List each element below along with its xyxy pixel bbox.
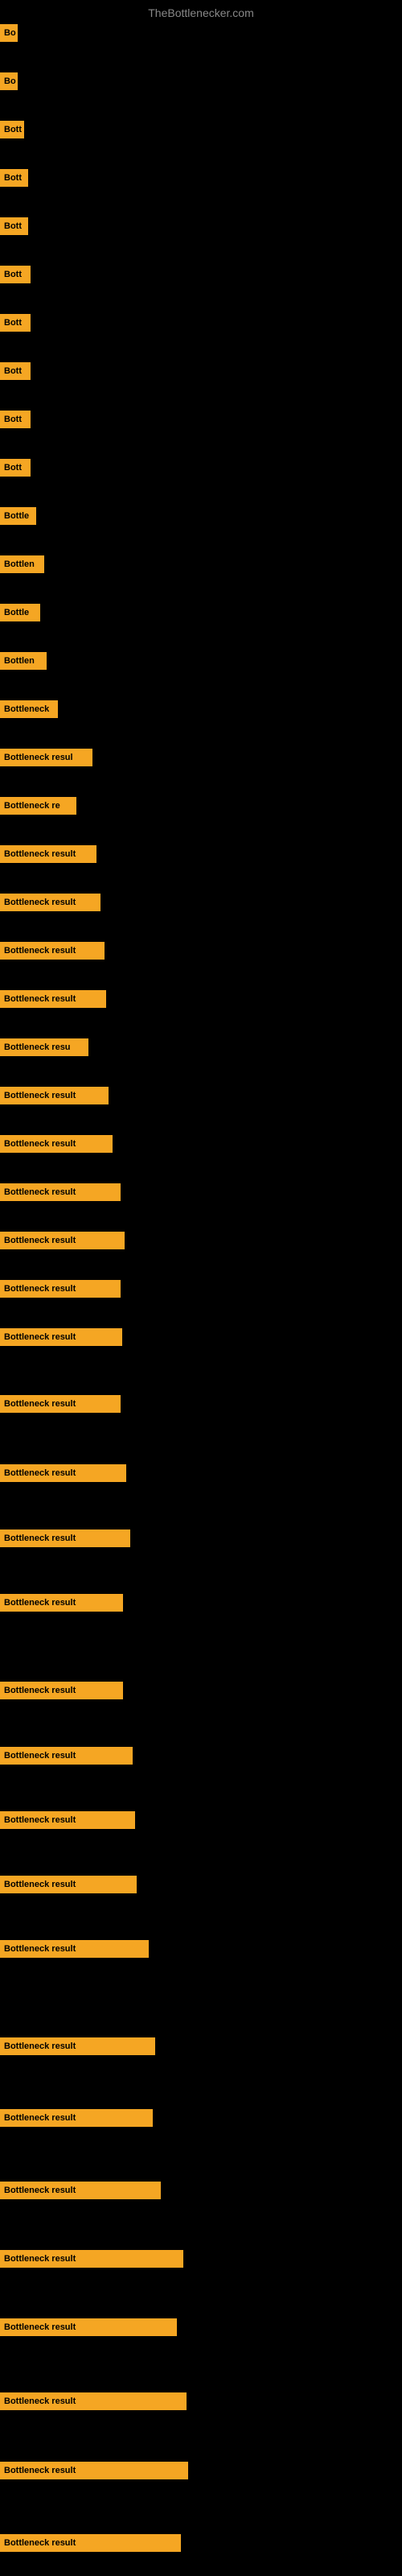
bar-row: Bottleneck result bbox=[0, 990, 106, 1012]
bar-label: Bott bbox=[0, 314, 31, 332]
bar-label: Bott bbox=[0, 266, 31, 283]
bar-label: Bottleneck result bbox=[0, 942, 105, 960]
bar-row: Bott bbox=[0, 121, 24, 142]
bar-label: Bottleneck result bbox=[0, 1530, 130, 1547]
bar-row: Bottleneck result bbox=[0, 1328, 122, 1350]
bar-label: Bottleneck result bbox=[0, 1183, 121, 1201]
bar-row: Bottlen bbox=[0, 652, 47, 674]
bar-row: Bottleneck result bbox=[0, 1682, 123, 1703]
bar-row: Bottleneck result bbox=[0, 1594, 123, 1616]
bar-label: Bottlen bbox=[0, 652, 47, 670]
bar-row: Bottlen bbox=[0, 555, 44, 577]
bar-label: Bott bbox=[0, 459, 31, 477]
bar-label: Bottleneck result bbox=[0, 1940, 149, 1958]
bar-label: Bottleneck bbox=[0, 700, 58, 718]
bar-row: Bottleneck re bbox=[0, 797, 76, 819]
bar-label: Bottleneck result bbox=[0, 2182, 161, 2199]
bar-row: Bottleneck result bbox=[0, 894, 100, 915]
bar-row: Bottleneck result bbox=[0, 1280, 121, 1302]
bar-row: Bottleneck result bbox=[0, 1530, 130, 1551]
bar-label: Bottleneck result bbox=[0, 2109, 153, 2127]
bar-row: Bott bbox=[0, 169, 28, 191]
bar-row: Bottleneck result bbox=[0, 1940, 149, 1962]
bar-row: Bottleneck result bbox=[0, 2392, 187, 2414]
bar-label: Bo bbox=[0, 72, 18, 90]
bar-row: Bottleneck result bbox=[0, 1395, 121, 1417]
bar-row: Bottleneck result bbox=[0, 1876, 137, 1897]
bar-row: Bott bbox=[0, 266, 31, 287]
bar-label: Bottlen bbox=[0, 555, 44, 573]
bar-row: Bottleneck result bbox=[0, 1135, 113, 1157]
bar-row: Bottleneck result bbox=[0, 942, 105, 964]
bar-row: Bottleneck result bbox=[0, 2037, 155, 2059]
bar-label: Bottleneck result bbox=[0, 2037, 155, 2055]
bar-label: Bottleneck result bbox=[0, 2250, 183, 2268]
bar-label: Bottleneck result bbox=[0, 1464, 126, 1482]
bar-row: Bottleneck result bbox=[0, 1232, 125, 1253]
bar-label: Bottleneck result bbox=[0, 894, 100, 911]
bar-row: Bottleneck result bbox=[0, 1183, 121, 1205]
bar-label: Bottleneck result bbox=[0, 1087, 109, 1104]
bar-row: Bott bbox=[0, 217, 28, 239]
bar-label: Bottleneck result bbox=[0, 1280, 121, 1298]
bar-label: Bottleneck result bbox=[0, 1747, 133, 1765]
bar-label: Bottleneck result bbox=[0, 1395, 121, 1413]
bar-label: Bottle bbox=[0, 604, 40, 621]
bar-label: Bottleneck result bbox=[0, 2534, 181, 2552]
bar-row: Bo bbox=[0, 24, 18, 46]
bar-row: Bottleneck result bbox=[0, 2318, 177, 2340]
bar-row: Bottleneck result bbox=[0, 2250, 183, 2272]
bar-label: Bo bbox=[0, 24, 18, 42]
bar-row: Bottleneck resu bbox=[0, 1038, 88, 1060]
bar-label: Bott bbox=[0, 362, 31, 380]
bar-label: Bottleneck resu bbox=[0, 1038, 88, 1056]
bar-label: Bottleneck result bbox=[0, 1876, 137, 1893]
bar-row: Bott bbox=[0, 314, 31, 336]
bar-label: Bottleneck result bbox=[0, 845, 96, 863]
bar-label: Bottleneck re bbox=[0, 797, 76, 815]
bar-row: Bott bbox=[0, 459, 31, 481]
bar-row: Bottleneck result bbox=[0, 1087, 109, 1108]
bar-row: Bottleneck result bbox=[0, 1747, 133, 1769]
bar-label: Bottleneck result bbox=[0, 990, 106, 1008]
bar-row: Bottleneck result bbox=[0, 2534, 181, 2556]
bar-label: Bottleneck result bbox=[0, 1682, 123, 1699]
bar-row: Bottleneck result bbox=[0, 2109, 153, 2131]
bar-label: Bottleneck result bbox=[0, 1594, 123, 1612]
bar-label: Bott bbox=[0, 411, 31, 428]
bar-label: Bott bbox=[0, 169, 28, 187]
bar-row: Bott bbox=[0, 362, 31, 384]
bar-row: Bottleneck resul bbox=[0, 749, 92, 770]
bar-label: Bottleneck result bbox=[0, 2392, 187, 2410]
bar-label: Bottleneck result bbox=[0, 1232, 125, 1249]
bar-label: Bottle bbox=[0, 507, 36, 525]
bar-label: Bottleneck result bbox=[0, 2462, 188, 2479]
bar-row: Bott bbox=[0, 411, 31, 432]
bar-row: Bottle bbox=[0, 604, 40, 625]
bar-row: Bottleneck result bbox=[0, 1811, 135, 1833]
bar-row: Bottle bbox=[0, 507, 36, 529]
bar-label: Bottleneck resul bbox=[0, 749, 92, 766]
bar-row: Bottleneck result bbox=[0, 845, 96, 867]
bar-row: Bo bbox=[0, 72, 18, 94]
bar-row: Bottleneck result bbox=[0, 2462, 188, 2483]
bar-row: Bottleneck result bbox=[0, 2182, 161, 2203]
bar-label: Bottleneck result bbox=[0, 1135, 113, 1153]
bar-label: Bottleneck result bbox=[0, 1811, 135, 1829]
bar-row: Bottleneck result bbox=[0, 1464, 126, 1486]
bar-row: Bottleneck bbox=[0, 700, 58, 722]
bar-label: Bott bbox=[0, 217, 28, 235]
bar-label: Bott bbox=[0, 121, 24, 138]
bar-label: Bottleneck result bbox=[0, 1328, 122, 1346]
bar-label: Bottleneck result bbox=[0, 2318, 177, 2336]
